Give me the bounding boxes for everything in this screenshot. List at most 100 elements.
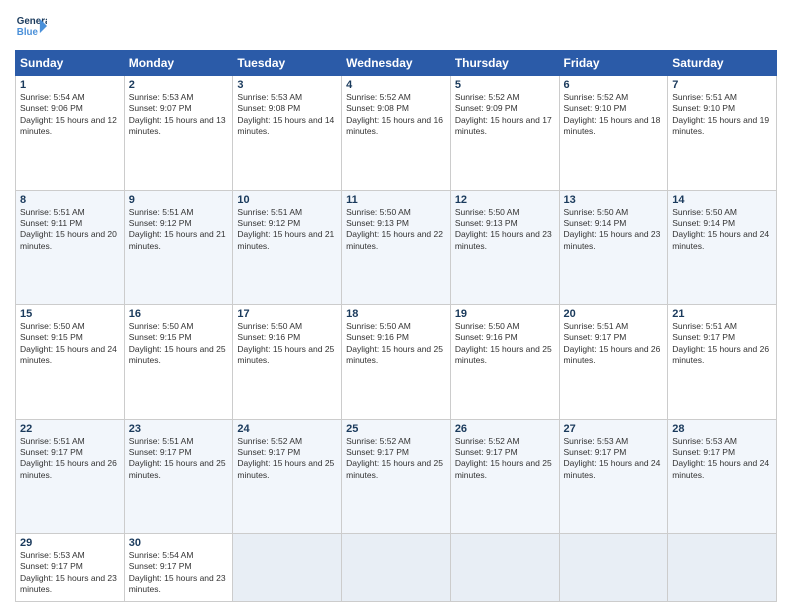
sunset-text: Sunset: 9:08 PM [346, 103, 409, 113]
day-cell: 28 Sunrise: 5:53 AM Sunset: 9:17 PM Dayl… [668, 419, 777, 534]
day-cell [233, 534, 342, 602]
week-row-2: 15 Sunrise: 5:50 AM Sunset: 9:15 PM Dayl… [16, 305, 777, 420]
day-info: Sunrise: 5:50 AM Sunset: 9:13 PM Dayligh… [455, 207, 555, 253]
day-cell: 10 Sunrise: 5:51 AM Sunset: 9:12 PM Dayl… [233, 190, 342, 305]
daylight-text: Daylight: 15 hours and 24 minutes. [672, 229, 769, 250]
daylight-text: Daylight: 15 hours and 24 minutes. [564, 458, 661, 479]
sunrise-text: Sunrise: 5:52 AM [346, 92, 411, 102]
day-info: Sunrise: 5:50 AM Sunset: 9:15 PM Dayligh… [129, 321, 229, 367]
day-cell: 30 Sunrise: 5:54 AM Sunset: 9:17 PM Dayl… [124, 534, 233, 602]
day-number: 4 [346, 79, 446, 91]
day-number: 18 [346, 308, 446, 320]
daylight-text: Daylight: 15 hours and 16 minutes. [346, 115, 443, 136]
day-cell: 14 Sunrise: 5:50 AM Sunset: 9:14 PM Dayl… [668, 190, 777, 305]
day-number: 25 [346, 423, 446, 435]
day-cell: 22 Sunrise: 5:51 AM Sunset: 9:17 PM Dayl… [16, 419, 125, 534]
day-info: Sunrise: 5:50 AM Sunset: 9:13 PM Dayligh… [346, 207, 446, 253]
day-info: Sunrise: 5:53 AM Sunset: 9:07 PM Dayligh… [129, 92, 229, 138]
sunset-text: Sunset: 9:15 PM [20, 332, 83, 342]
day-cell: 8 Sunrise: 5:51 AM Sunset: 9:11 PM Dayli… [16, 190, 125, 305]
day-info: Sunrise: 5:51 AM Sunset: 9:10 PM Dayligh… [672, 92, 772, 138]
sunset-text: Sunset: 9:16 PM [455, 332, 518, 342]
sunset-text: Sunset: 9:17 PM [20, 561, 83, 571]
sunset-text: Sunset: 9:08 PM [237, 103, 300, 113]
daylight-text: Daylight: 15 hours and 12 minutes. [20, 115, 117, 136]
daylight-text: Daylight: 15 hours and 23 minutes. [564, 229, 661, 250]
daylight-text: Daylight: 15 hours and 25 minutes. [129, 458, 226, 479]
sunset-text: Sunset: 9:16 PM [346, 332, 409, 342]
day-cell: 16 Sunrise: 5:50 AM Sunset: 9:15 PM Dayl… [124, 305, 233, 420]
sunrise-text: Sunrise: 5:51 AM [129, 436, 194, 446]
daylight-text: Daylight: 15 hours and 24 minutes. [20, 344, 117, 365]
daylight-text: Daylight: 15 hours and 25 minutes. [237, 458, 334, 479]
day-number: 1 [20, 79, 120, 91]
day-cell [559, 534, 668, 602]
daylight-text: Daylight: 15 hours and 14 minutes. [237, 115, 334, 136]
day-number: 26 [455, 423, 555, 435]
col-header-wednesday: Wednesday [342, 51, 451, 76]
sunrise-text: Sunrise: 5:51 AM [129, 207, 194, 217]
daylight-text: Daylight: 15 hours and 25 minutes. [237, 344, 334, 365]
sunset-text: Sunset: 9:12 PM [237, 218, 300, 228]
daylight-text: Daylight: 15 hours and 25 minutes. [346, 344, 443, 365]
sunrise-text: Sunrise: 5:50 AM [346, 207, 411, 217]
sunset-text: Sunset: 9:16 PM [237, 332, 300, 342]
day-info: Sunrise: 5:52 AM Sunset: 9:10 PM Dayligh… [564, 92, 664, 138]
daylight-text: Daylight: 15 hours and 21 minutes. [237, 229, 334, 250]
day-info: Sunrise: 5:52 AM Sunset: 9:17 PM Dayligh… [237, 436, 337, 482]
daylight-text: Daylight: 15 hours and 13 minutes. [129, 115, 226, 136]
daylight-text: Daylight: 15 hours and 20 minutes. [20, 229, 117, 250]
sunset-text: Sunset: 9:17 PM [564, 447, 627, 457]
sunset-text: Sunset: 9:17 PM [237, 447, 300, 457]
day-number: 6 [564, 79, 664, 91]
sunrise-text: Sunrise: 5:51 AM [564, 321, 629, 331]
sunset-text: Sunset: 9:17 PM [129, 561, 192, 571]
sunrise-text: Sunrise: 5:50 AM [237, 321, 302, 331]
day-info: Sunrise: 5:50 AM Sunset: 9:16 PM Dayligh… [455, 321, 555, 367]
day-number: 11 [346, 194, 446, 206]
day-info: Sunrise: 5:50 AM Sunset: 9:16 PM Dayligh… [346, 321, 446, 367]
day-cell: 3 Sunrise: 5:53 AM Sunset: 9:08 PM Dayli… [233, 76, 342, 191]
daylight-text: Daylight: 15 hours and 25 minutes. [346, 458, 443, 479]
day-number: 8 [20, 194, 120, 206]
header: General Blue [15, 10, 777, 42]
daylight-text: Daylight: 15 hours and 23 minutes. [20, 573, 117, 594]
day-number: 28 [672, 423, 772, 435]
sunset-text: Sunset: 9:17 PM [20, 447, 83, 457]
sunset-text: Sunset: 9:09 PM [455, 103, 518, 113]
day-cell: 27 Sunrise: 5:53 AM Sunset: 9:17 PM Dayl… [559, 419, 668, 534]
day-cell: 23 Sunrise: 5:51 AM Sunset: 9:17 PM Dayl… [124, 419, 233, 534]
day-number: 27 [564, 423, 664, 435]
day-info: Sunrise: 5:54 AM Sunset: 9:17 PM Dayligh… [129, 550, 229, 596]
daylight-text: Daylight: 15 hours and 26 minutes. [672, 344, 769, 365]
day-info: Sunrise: 5:50 AM Sunset: 9:14 PM Dayligh… [564, 207, 664, 253]
day-number: 15 [20, 308, 120, 320]
day-info: Sunrise: 5:51 AM Sunset: 9:17 PM Dayligh… [564, 321, 664, 367]
day-cell: 13 Sunrise: 5:50 AM Sunset: 9:14 PM Dayl… [559, 190, 668, 305]
logo: General Blue [15, 10, 47, 42]
sunset-text: Sunset: 9:17 PM [455, 447, 518, 457]
day-cell: 2 Sunrise: 5:53 AM Sunset: 9:07 PM Dayli… [124, 76, 233, 191]
sunset-text: Sunset: 9:14 PM [672, 218, 735, 228]
day-number: 13 [564, 194, 664, 206]
sunset-text: Sunset: 9:17 PM [672, 332, 735, 342]
sunrise-text: Sunrise: 5:51 AM [237, 207, 302, 217]
daylight-text: Daylight: 15 hours and 26 minutes. [564, 344, 661, 365]
day-cell: 6 Sunrise: 5:52 AM Sunset: 9:10 PM Dayli… [559, 76, 668, 191]
sunrise-text: Sunrise: 5:53 AM [20, 550, 85, 560]
sunrise-text: Sunrise: 5:50 AM [129, 321, 194, 331]
week-row-4: 29 Sunrise: 5:53 AM Sunset: 9:17 PM Dayl… [16, 534, 777, 602]
day-info: Sunrise: 5:52 AM Sunset: 9:17 PM Dayligh… [346, 436, 446, 482]
day-info: Sunrise: 5:51 AM Sunset: 9:17 PM Dayligh… [129, 436, 229, 482]
sunrise-text: Sunrise: 5:54 AM [129, 550, 194, 560]
day-cell: 29 Sunrise: 5:53 AM Sunset: 9:17 PM Dayl… [16, 534, 125, 602]
daylight-text: Daylight: 15 hours and 21 minutes. [129, 229, 226, 250]
sunrise-text: Sunrise: 5:54 AM [20, 92, 85, 102]
day-info: Sunrise: 5:53 AM Sunset: 9:17 PM Dayligh… [672, 436, 772, 482]
sunrise-text: Sunrise: 5:50 AM [455, 207, 520, 217]
day-info: Sunrise: 5:51 AM Sunset: 9:17 PM Dayligh… [672, 321, 772, 367]
sunset-text: Sunset: 9:07 PM [129, 103, 192, 113]
daylight-text: Daylight: 15 hours and 19 minutes. [672, 115, 769, 136]
day-number: 7 [672, 79, 772, 91]
day-info: Sunrise: 5:53 AM Sunset: 9:17 PM Dayligh… [564, 436, 664, 482]
